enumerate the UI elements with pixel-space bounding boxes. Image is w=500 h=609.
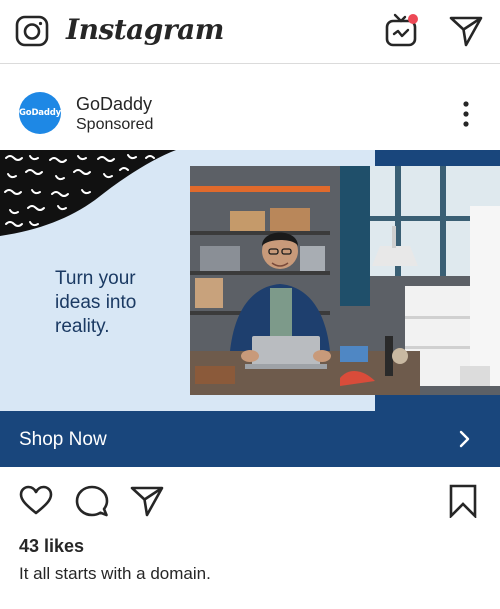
heart-icon (19, 485, 53, 515)
navy-accent-band (375, 150, 500, 166)
comment-button[interactable] (75, 484, 109, 518)
igtv-icon (385, 13, 418, 47)
igtv-button[interactable] (383, 12, 421, 50)
share-icon (130, 486, 164, 517)
navy-accent-band (375, 395, 500, 411)
shop-now-button[interactable]: Shop Now (0, 411, 500, 467)
avatar[interactable]: GoDaddy (19, 92, 61, 134)
bookmark-icon (449, 484, 477, 520)
chevron-right-icon (459, 430, 470, 448)
camera-button[interactable] (14, 13, 50, 49)
camera-icon (15, 15, 49, 47)
direct-message-icon (449, 16, 483, 47)
ad-creative[interactable]: Turn your ideas into reality. (0, 150, 500, 411)
more-options-button[interactable] (452, 98, 480, 130)
post-caption: It all starts with a domain. (19, 564, 211, 583)
like-button[interactable] (19, 484, 53, 518)
save-button[interactable] (446, 484, 480, 520)
likes-count[interactable]: 43 likes (19, 536, 84, 557)
ad-headline: Turn your ideas into reality. (55, 268, 137, 337)
more-options-icon (463, 101, 469, 127)
workspace-photo (190, 166, 500, 395)
top-app-bar: Instagram (0, 0, 500, 64)
memphis-pattern (0, 150, 176, 236)
post-username[interactable]: GoDaddy (76, 94, 152, 115)
direct-message-button[interactable] (448, 13, 484, 49)
share-button[interactable] (130, 484, 164, 518)
instagram-wordmark: Instagram (66, 13, 224, 46)
notification-dot (408, 14, 418, 24)
comment-icon (75, 485, 109, 517)
cta-label: Shop Now (19, 429, 107, 450)
sponsored-label: Sponsored (76, 116, 154, 133)
post-header: GoDaddy GoDaddy Sponsored (0, 64, 500, 150)
